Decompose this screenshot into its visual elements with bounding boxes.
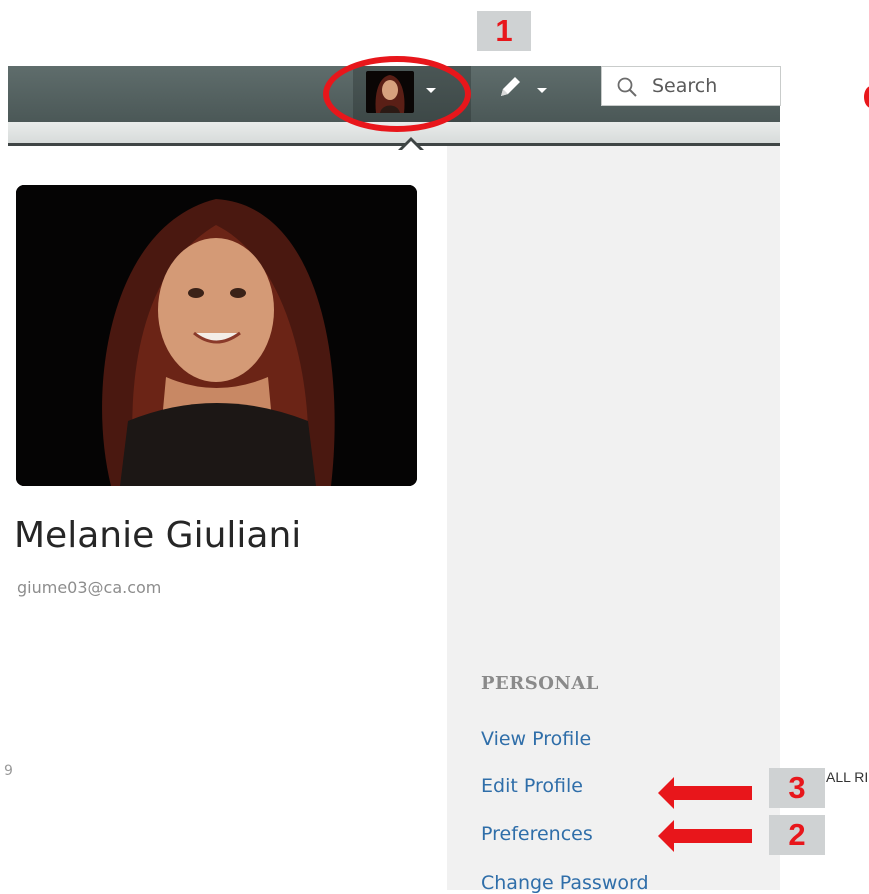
search-box[interactable]: [601, 66, 781, 106]
menu-item-edit-profile[interactable]: Edit Profile: [481, 775, 583, 797]
compose-caret-down-icon[interactable]: [537, 88, 547, 93]
footer-text-left: 9: [4, 763, 13, 779]
pencil-icon[interactable]: [497, 74, 523, 104]
section-title-personal: PERSONAL: [481, 673, 599, 694]
profile-name: Melanie Giuliani: [14, 515, 302, 556]
arrow-left-icon-2: [658, 820, 752, 852]
search-input[interactable]: [652, 67, 778, 105]
menu-item-change-password[interactable]: Change Password: [481, 872, 649, 894]
annotation-badge-1: 1: [477, 11, 531, 51]
menu-item-view-profile[interactable]: View Profile: [481, 728, 591, 750]
profile-email: giume03@ca.com: [17, 578, 162, 597]
footer-text-right: ALL RI: [826, 769, 869, 785]
arrow-left-icon-3: [658, 777, 752, 809]
annotation-badge-3: 3: [769, 768, 825, 808]
highlight-ellipse-partial: [864, 86, 869, 108]
menu-item-preferences[interactable]: Preferences: [481, 823, 593, 845]
search-icon: [616, 76, 638, 102]
profile-photo: [16, 185, 417, 486]
annotation-badge-2: 2: [769, 815, 825, 855]
highlight-ellipse: [323, 56, 471, 132]
